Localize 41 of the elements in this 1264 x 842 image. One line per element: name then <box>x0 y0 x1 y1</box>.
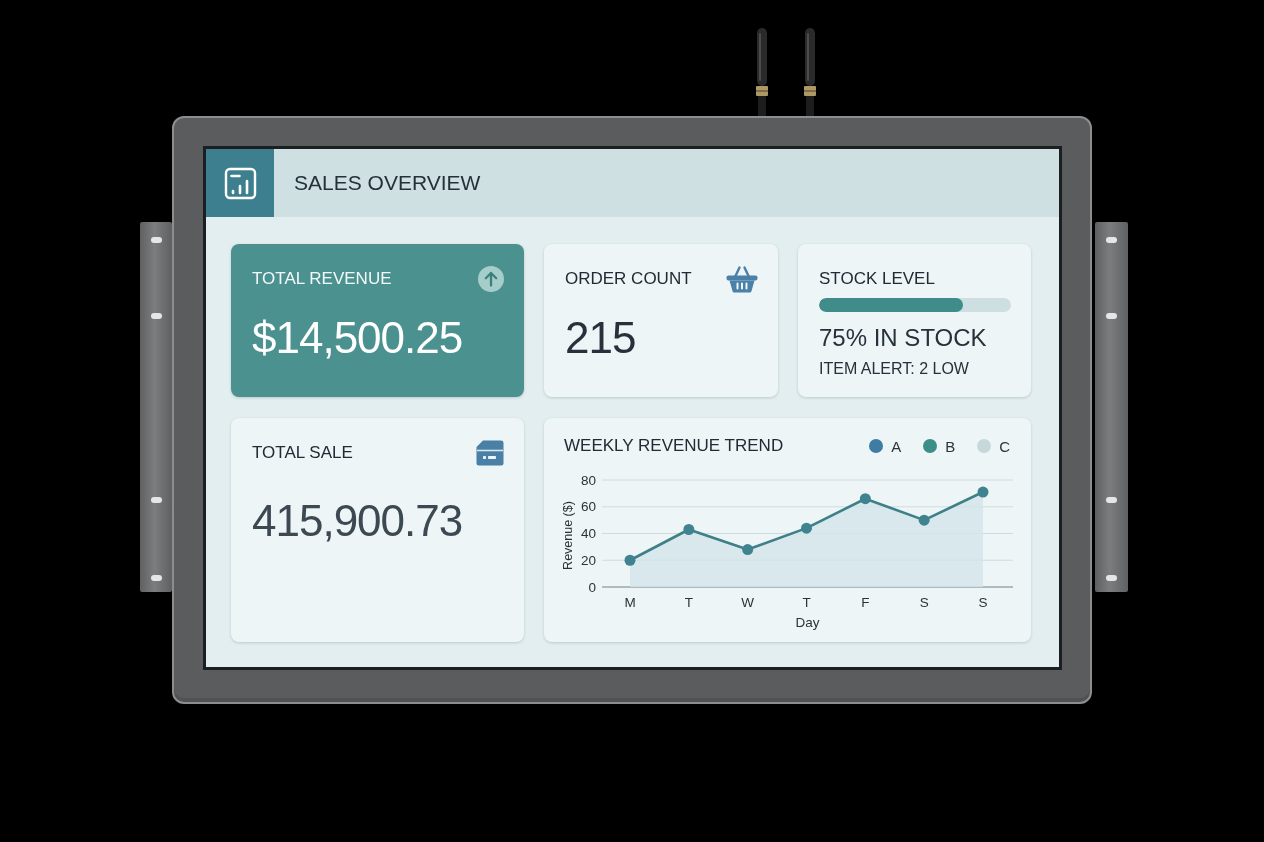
metric-value: $14,500.25 <box>252 312 464 364</box>
data-point <box>624 554 636 566</box>
header-title: SALES OVERVIEW <box>294 171 481 195</box>
antenna-icon <box>756 28 768 116</box>
x-tick-label: S <box>919 595 929 610</box>
data-point <box>918 514 930 526</box>
card-title: STOCK LEVEL <box>819 269 935 289</box>
x-tick-label: M <box>624 595 636 610</box>
metric-value: 215 <box>565 312 637 364</box>
x-tick-label: F <box>861 595 870 610</box>
data-point <box>859 493 871 505</box>
legend-label: C <box>999 437 1010 455</box>
arrow-up-icon <box>478 266 504 292</box>
y-tick-label: 20 <box>580 552 596 568</box>
data-point <box>683 524 695 535</box>
metric-value: 415,900.73 <box>252 495 464 547</box>
card-title: TOTAL REVENUE <box>252 269 392 289</box>
data-point <box>742 544 754 556</box>
x-tick-label: T <box>802 595 811 610</box>
x-tick-label: T <box>684 595 693 610</box>
axis-title: Day <box>795 615 820 630</box>
y-tick-label: 60 <box>580 499 596 515</box>
card-title: TOTAL SALE <box>252 443 353 463</box>
x-tick-label: W <box>741 595 755 610</box>
data-point <box>801 522 812 534</box>
y-tick-label: 0 <box>588 579 596 595</box>
axis-title: Revenue ($) <box>561 501 575 570</box>
basket-icon <box>726 265 758 293</box>
legend-label: A <box>891 437 902 455</box>
stock-alert-text: ITEM ALERT: 2 LOW <box>819 359 970 379</box>
archive-box-icon <box>476 440 504 466</box>
stock-percentage: 75% IN STOCK <box>819 324 988 352</box>
bar-chart-icon <box>206 149 274 217</box>
antenna-icon <box>804 28 816 116</box>
x-tick-label: S <box>978 595 988 610</box>
data-point <box>977 486 989 498</box>
legend-label: B <box>945 437 956 455</box>
card-title: ORDER COUNT <box>565 269 692 289</box>
y-tick-label: 80 <box>580 472 596 488</box>
chart-title: WEEKLY REVENUE TREND <box>564 436 784 456</box>
y-tick-label: 40 <box>580 526 596 542</box>
